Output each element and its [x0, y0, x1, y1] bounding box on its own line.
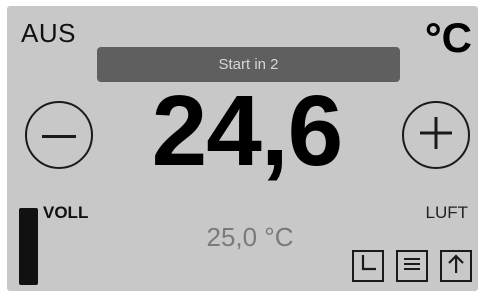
status-text: Start in 2 — [218, 56, 279, 73]
increase-button[interactable] — [402, 101, 470, 169]
minus-icon — [42, 126, 76, 144]
actual-temperature: 25,0 °C — [206, 222, 294, 252]
mode-label[interactable]: AUS — [21, 18, 76, 49]
setpoint-value: 24,6 — [151, 75, 344, 187]
thermostat-panel: AUS °C Start in 2 24,6 VOLL 25,0 °C LUFT — [7, 6, 478, 291]
up-button[interactable] — [440, 250, 472, 282]
fill-label: VOLL — [43, 203, 89, 222]
clock-icon — [358, 254, 378, 279]
menu-button[interactable] — [396, 250, 428, 282]
unit-label[interactable]: °C — [425, 14, 472, 62]
timer-button[interactable] — [352, 250, 384, 282]
menu-icon — [402, 255, 422, 278]
arrow-up-icon — [446, 253, 466, 280]
decrease-button[interactable] — [25, 101, 93, 169]
fill-level-bar — [19, 208, 38, 285]
fan-label[interactable]: LUFT — [426, 203, 469, 223]
plus-icon — [420, 116, 452, 154]
